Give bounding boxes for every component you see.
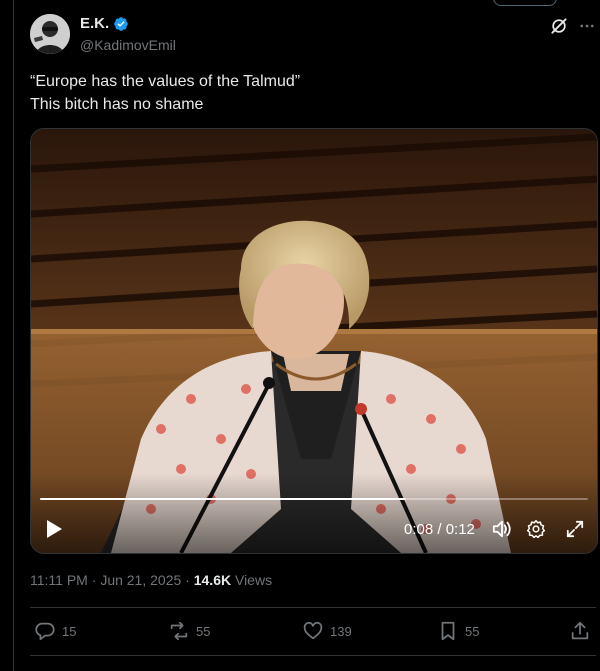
share-button[interactable]	[569, 620, 591, 642]
bookmark-count: 55	[465, 623, 480, 639]
more-icon[interactable]	[578, 17, 596, 35]
tweet-time[interactable]: 11:11 PM	[30, 572, 88, 588]
divider-top	[30, 607, 596, 608]
avatar-image	[30, 14, 70, 54]
video-time-readout: 0:08 / 0:12	[404, 521, 475, 538]
tweet-meta: 11:11 PM · Jun 21, 2025 · 14.6K Views	[30, 572, 272, 588]
repost-button[interactable]: 55	[168, 620, 210, 642]
video-player[interactable]: 0:08 / 0:12	[30, 128, 598, 554]
tweet-text: “Europe has the values of the Talmud” Th…	[30, 70, 585, 116]
fullscreen-icon[interactable]	[566, 520, 584, 538]
like-button[interactable]: 139	[302, 620, 352, 642]
bookmark-icon	[441, 621, 455, 641]
top-pill-button[interactable]	[493, 0, 557, 6]
video-scrubber[interactable]	[40, 498, 588, 500]
bookmark-button[interactable]: 55	[437, 620, 479, 642]
timeline-border	[13, 0, 14, 671]
author-name-row[interactable]: E.K.	[80, 15, 129, 32]
reply-count: 15	[62, 623, 77, 639]
volume-icon[interactable]	[491, 519, 513, 539]
views-count: 14.6K	[193, 572, 232, 588]
author-display-name[interactable]: E.K.	[80, 15, 109, 32]
views-label: Views	[234, 572, 273, 588]
meta-separator: ·	[185, 572, 190, 588]
reply-button[interactable]: 15	[34, 620, 76, 642]
video-controls-shade	[31, 473, 597, 553]
divider-bottom	[30, 655, 596, 656]
verified-badge-icon	[114, 16, 129, 31]
like-icon	[303, 621, 323, 640]
tweet-text-line-1: “Europe has the values of the Talmud”	[30, 73, 301, 90]
tweet-text-line-2: This bitch has no shame	[30, 96, 204, 113]
meta-separator: ·	[91, 572, 97, 588]
tweet-date[interactable]: Jun 21, 2025	[100, 572, 181, 588]
avatar[interactable]	[30, 14, 70, 54]
like-count: 139	[330, 623, 352, 639]
repost-icon	[170, 621, 188, 641]
play-icon[interactable]	[45, 519, 63, 539]
tweet-detail: E.K. @KadimovEmil “Europe has the values…	[0, 0, 600, 671]
grok-icon[interactable]	[549, 16, 569, 36]
repost-count: 55	[196, 623, 211, 639]
video-progress-fill	[40, 498, 406, 500]
share-icon	[571, 621, 589, 640]
author-handle[interactable]: @KadimovEmil	[80, 37, 176, 53]
reply-icon	[35, 622, 55, 641]
settings-icon[interactable]	[526, 519, 546, 539]
